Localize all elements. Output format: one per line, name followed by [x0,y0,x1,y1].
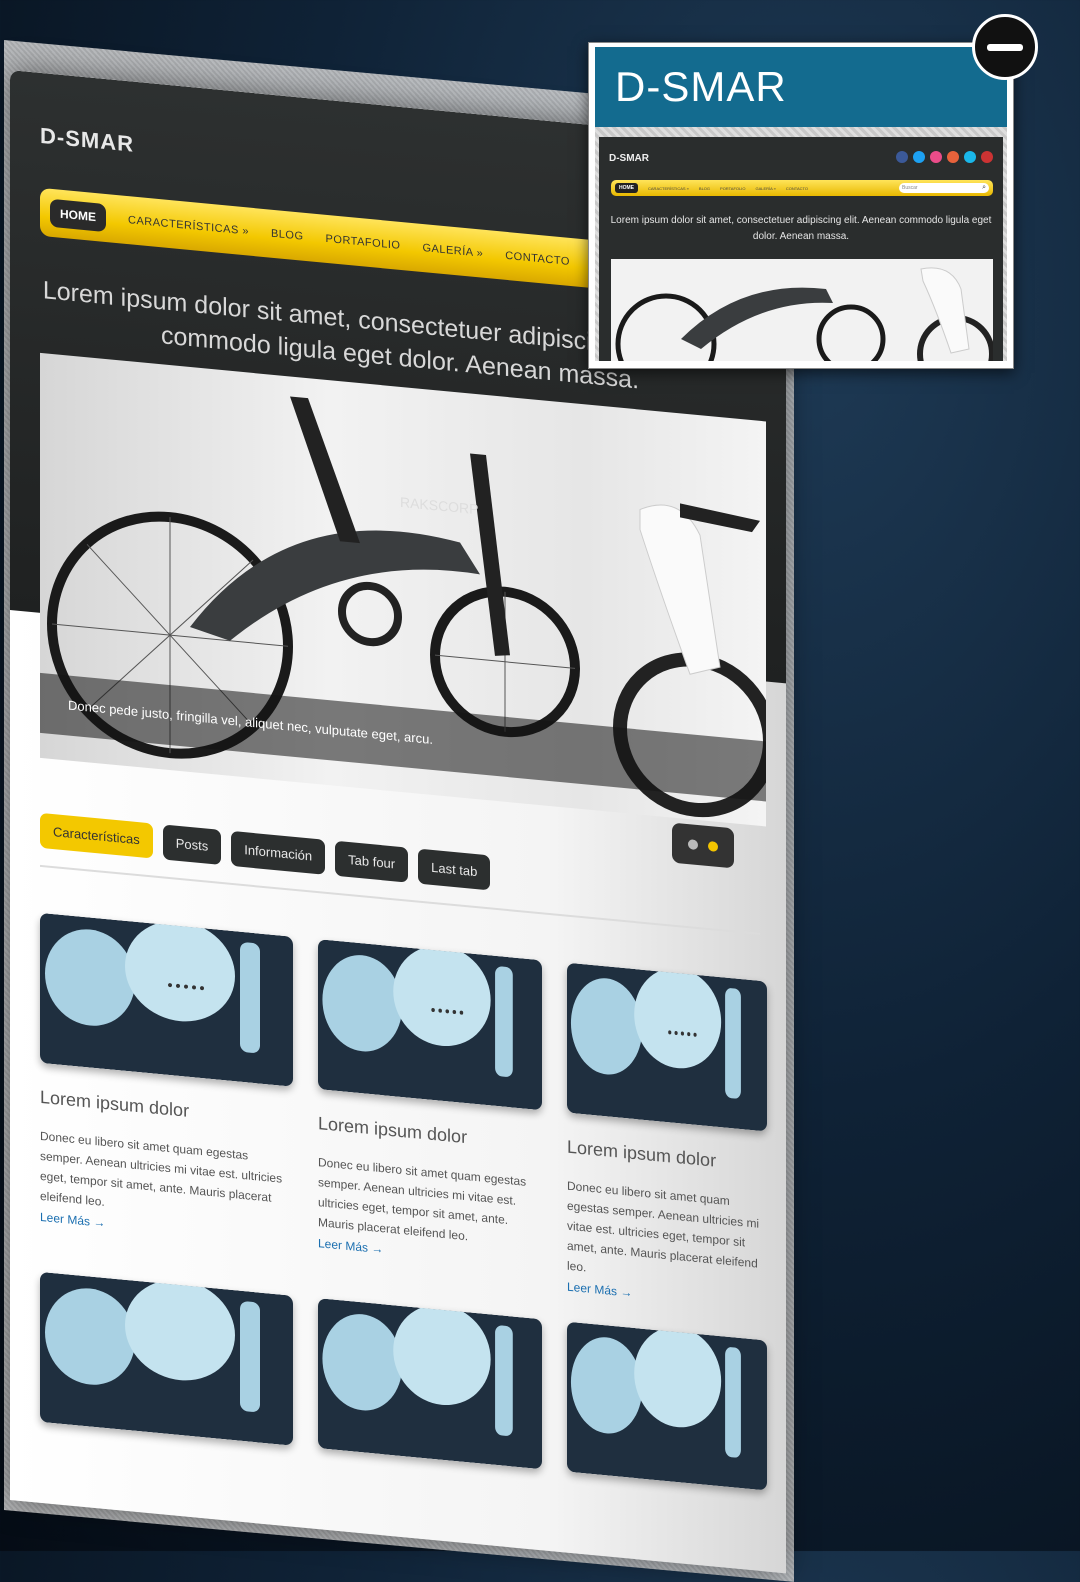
mini-tagline: Lorem ipsum dolor sit amet, consectetuer… [610,215,992,242]
mini-nav-item[interactable]: CARACTERÍSTICAS » [648,186,689,191]
card: Lorem ipsum dolor Donec eu libero sit am… [318,939,542,1291]
earbuds-image[interactable] [40,1271,293,1446]
mini-nav-item[interactable]: CONTACTO [786,186,808,191]
tab-four[interactable]: Tab four [335,840,409,883]
earbuds-image[interactable] [318,1298,542,1470]
hero-slider[interactable]: RAKSCORP Donec pede justo, fringilla vel… [40,352,766,827]
nav-item-blog[interactable]: BLOG [271,228,304,243]
preview-title: D-SMAR [595,47,1007,127]
facebook-icon[interactable] [896,151,908,163]
slide-dot-1[interactable] [688,839,698,851]
preview-thumbnail[interactable]: D-SMAR HOME CARACTERÍSTICAS » BLOG PORTA… [599,137,1003,361]
card-title: Lorem ipsum dolor [567,1136,717,1171]
mockup-scene: D-SMAR HOME CARACTERÍSTICAS » BLOG PORTA… [0,0,1080,1582]
dribbble-icon[interactable] [930,151,942,163]
card-text: Donec eu libero sit amet quam egestas se… [567,1178,760,1275]
earbuds-image[interactable] [40,912,293,1087]
tab-caracteristicas[interactable]: Características [40,812,153,859]
earbuds-image[interactable] [567,1321,767,1491]
tab-informacion[interactable]: Información [231,830,326,875]
earbuds-image[interactable] [318,939,542,1111]
card: Lorem ipsum dolor Donec eu libero sit am… [567,962,767,1313]
card-title: Lorem ipsum dolor [40,1086,190,1121]
hero-brand: RAKSCORP [400,494,478,517]
nav-item-caracteristicas[interactable]: CARACTERÍSTICAS » [128,214,249,237]
earbuds-image[interactable] [567,962,767,1132]
card-grid: Lorem ipsum dolor Donec eu libero sit am… [40,912,767,1491]
tab-posts[interactable]: Posts [162,824,222,865]
mini-search-input[interactable]: Buscar ⌕ [899,183,989,193]
slider-pagination [672,822,734,869]
mini-nav-item[interactable]: GALERÍA » [755,186,775,191]
minus-icon [987,43,1023,51]
card-title: Lorem ipsum dolor [318,1113,468,1148]
googleplus-icon[interactable] [947,151,959,163]
content-tabs: Características Posts Información Tab fo… [40,812,491,891]
slide-dot-2[interactable] [708,840,718,852]
preview-window: D-SMAR D-SMAR HOME CARACTERÍSTICAS » BLO… [588,42,1014,369]
minimize-button[interactable] [972,14,1038,80]
youtube-icon[interactable] [981,151,993,163]
vimeo-icon[interactable] [964,151,976,163]
nav-item-home[interactable]: HOME [50,198,106,233]
social-icons [896,151,993,163]
tab-last[interactable]: Last tab [418,848,491,891]
nav-item-portafolio[interactable]: PORTAFOLIO [326,233,401,252]
search-icon[interactable]: ⌕ [982,183,986,193]
card: Lorem ipsum dolor Donec eu libero sit am… [40,912,293,1268]
mini-nav-item[interactable]: BLOG [699,186,710,191]
site-logo[interactable]: D-SMAR [40,123,134,158]
mini-nav-item[interactable]: PORTAFOLIO [720,186,745,191]
nav-item-galeria[interactable]: GALERÍA » [422,242,483,260]
mini-logo: D-SMAR [609,153,649,164]
mini-search-placeholder: Buscar [902,185,918,191]
mini-bicycle-image [611,259,993,361]
twitter-icon[interactable] [913,151,925,163]
mini-nav-home[interactable]: HOME [615,183,638,193]
mini-nav: HOME CARACTERÍSTICAS » BLOG PORTAFOLIO G… [611,180,993,196]
card-text: Donec eu libero sit amet quam egestas se… [318,1155,527,1244]
nav-item-contacto[interactable]: CONTACTO [505,250,570,268]
